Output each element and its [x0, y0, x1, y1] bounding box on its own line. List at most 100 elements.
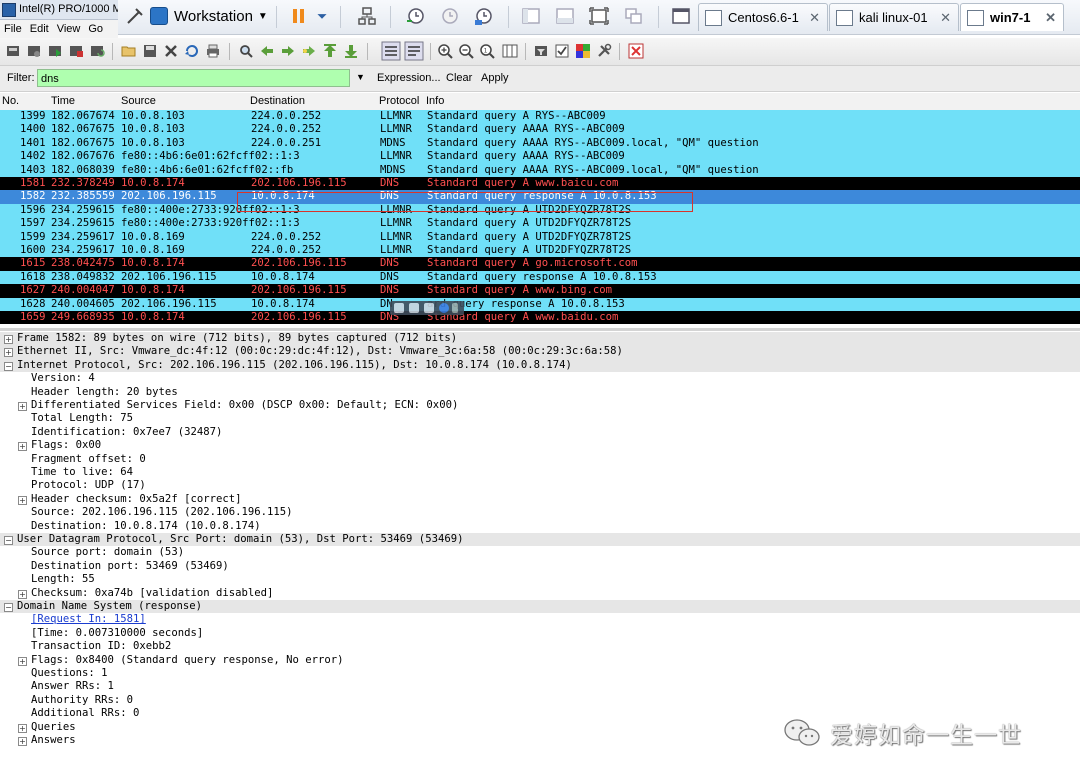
collapse-icon[interactable]: − [4, 361, 13, 371]
power-dropdown[interactable] [312, 3, 332, 29]
detail-section[interactable]: − Domain Name System (response) [0, 600, 1080, 614]
go-last-icon[interactable] [343, 43, 359, 59]
detail-field[interactable]: + Header checksum: 0x5a2f [correct] [0, 493, 1080, 506]
reload-icon[interactable] [184, 43, 200, 59]
detail-field[interactable]: Identification: 0x7ee7 (32487) [0, 426, 1080, 439]
auto-scroll-icon[interactable] [404, 41, 424, 61]
packet-row[interactable]: 1627 240.004047 10.0.8.174 202.106.196.115 D… [0, 284, 1080, 298]
detail-field[interactable]: [Time: 0.007310000 seconds] [0, 627, 1080, 640]
tab-win7[interactable]: win7-1 ✕ [960, 3, 1064, 31]
packet-row[interactable]: 1600 234.259617 10.0.8.169 224.0.0.252 LLMNR… [0, 244, 1080, 258]
help-icon[interactable] [628, 43, 644, 59]
pin-button[interactable] [120, 3, 150, 29]
detail-field[interactable]: Header length: 20 bytes [0, 386, 1080, 399]
packet-row[interactable]: 1401 182.067675 10.0.8.103 224.0.0.251 MDNS S… [0, 136, 1080, 151]
snapshot-manager-button[interactable] [468, 3, 498, 29]
packet-row[interactable]: 1400 182.067675 10.0.8.103 224.0.0.252 LLMNR… [0, 123, 1080, 137]
detail-field[interactable]: Total Length: 75 [0, 412, 1080, 425]
collapse-icon[interactable]: − [4, 603, 13, 612]
detail-field[interactable]: + Differentiated Services Field: 0x00 (DS… [0, 399, 1080, 412]
column-header-source[interactable]: Source [121, 95, 156, 107]
menu-edit[interactable]: Edit [30, 23, 49, 35]
packet-row[interactable]: 1618 238.049832 202.106.196.115 10.0.8.174 D… [0, 270, 1080, 285]
window-icon[interactable] [409, 303, 419, 313]
column-header-time[interactable]: Time [51, 95, 75, 107]
column-header-destination[interactable]: Destination [250, 95, 305, 107]
collapse-icon[interactable]: − [4, 536, 13, 545]
capture-filters-icon[interactable] [533, 43, 549, 59]
detail-field[interactable]: + Flags: 0x8400 (Standard query response,… [0, 654, 1080, 667]
detail-field[interactable]: Destination port: 53469 (53469) [0, 560, 1080, 573]
column-header-no[interactable]: No. [2, 95, 19, 107]
clear-button[interactable]: Clear [446, 72, 472, 84]
snapshot-button[interactable] [400, 3, 430, 29]
display-filter-input[interactable]: dns [37, 69, 350, 87]
pause-button[interactable] [284, 3, 314, 29]
expression-button[interactable]: Expression... [377, 72, 441, 84]
expand-icon[interactable]: + [4, 335, 13, 344]
packet-row[interactable]: 1659 249.668935 10.0.8.174 202.106.196.115 D… [0, 311, 1080, 325]
detail-field[interactable]: Fragment offset: 0 [0, 453, 1080, 466]
detail-field[interactable]: Version: 4 [0, 372, 1080, 385]
chevron-down-icon[interactable] [452, 303, 458, 313]
packet-row[interactable]: 1403 182.068039 fe80::4b6:6e01:62fcff02::f… [0, 163, 1080, 177]
packet-row[interactable]: 1581 232.378249 10.0.8.174 202.106.196.115 D… [0, 177, 1080, 191]
workstation-menu[interactable]: Workstation ▼ [150, 3, 268, 29]
detail-field[interactable]: Questions: 1 [0, 667, 1080, 680]
detail-section[interactable]: + Frame 1582: 89 bytes on wire (712 bits)… [0, 332, 1080, 346]
close-icon[interactable]: ✕ [1045, 10, 1056, 26]
pane-splitter[interactable] [0, 328, 1080, 331]
detail-field[interactable]: Protocol: UDP (17) [0, 479, 1080, 492]
menu-go[interactable]: Go [88, 23, 103, 35]
expand-icon[interactable]: + [18, 495, 27, 505]
screen-icon[interactable] [424, 303, 434, 313]
expand-icon[interactable]: + [18, 656, 27, 666]
go-first-icon[interactable] [322, 43, 338, 59]
detail-field[interactable]: Source: 202.106.196.115 (202.106.196.115… [0, 506, 1080, 519]
detail-section[interactable]: + Ethernet II, Src: Vmware_dc:4f:12 (00:0… [0, 345, 1080, 359]
detail-field[interactable]: Destination: 10.0.8.174 (10.0.8.174) [0, 520, 1080, 533]
display-filters-icon[interactable] [554, 43, 570, 59]
zoom-normal-icon[interactable]: 1 [479, 43, 495, 59]
packet-row[interactable]: 1597 234.259615 fe80::400e:2733:920ff02::1… [0, 217, 1080, 231]
console-view-button[interactable] [666, 3, 696, 29]
close-file-icon[interactable] [163, 43, 179, 59]
filter-history-dropdown[interactable]: ▼ [356, 72, 365, 82]
zoom-in-icon[interactable] [437, 43, 453, 59]
expand-icon[interactable]: + [4, 348, 13, 358]
find-packet-icon[interactable] [238, 43, 254, 59]
menu-file[interactable]: File [4, 23, 22, 35]
detail-field[interactable]: [Request In: 1581] [0, 613, 1080, 626]
open-file-icon[interactable] [121, 43, 137, 59]
menu-view[interactable]: View [57, 23, 81, 35]
detail-section[interactable]: − User Datagram Protocol, Src Port: domai… [0, 533, 1080, 547]
save-file-icon[interactable] [142, 43, 158, 59]
tab-centos[interactable]: Centos6.6-1 ✕ [698, 3, 828, 31]
expand-icon[interactable]: + [18, 723, 27, 733]
packet-row[interactable]: 1599 234.259617 10.0.8.169 224.0.0.252 LLMNR… [0, 230, 1080, 244]
restart-capture-icon[interactable] [89, 43, 105, 59]
column-header-protocol[interactable]: Protocol [379, 95, 419, 107]
apply-button[interactable]: Apply [481, 72, 509, 84]
packet-row[interactable]: 1402 182.067676 fe80::4b6:6e01:62fcff02::1… [0, 150, 1080, 164]
detail-field[interactable]: Length: 55 [0, 573, 1080, 586]
go-to-packet-icon[interactable] [301, 43, 317, 59]
expand-icon[interactable]: + [18, 737, 27, 746]
start-capture-icon[interactable] [47, 43, 63, 59]
floating-mini-toolbar[interactable] [390, 301, 464, 315]
close-icon[interactable]: ✕ [809, 10, 820, 26]
detail-field[interactable]: Transaction ID: 0xebb2 [0, 640, 1080, 653]
detail-field[interactable]: + Checksum: 0xa74b [validation disabled] [0, 587, 1080, 600]
detail-section[interactable]: − Internet Protocol, Src: 202.106.196.115… [0, 358, 1080, 373]
detail-field[interactable]: Answer RRs: 1 [0, 680, 1080, 693]
tab-kali[interactable]: kali linux-01 ✕ [829, 3, 959, 31]
resize-columns-icon[interactable] [502, 43, 518, 59]
capture-options-icon[interactable] [26, 43, 42, 59]
preferences-icon[interactable] [596, 43, 612, 59]
expand-icon[interactable]: + [18, 402, 27, 411]
zoom-out-icon[interactable] [458, 43, 474, 59]
expand-icon[interactable]: + [18, 589, 27, 599]
help-icon[interactable] [439, 303, 449, 313]
detail-field[interactable]: Source port: domain (53) [0, 546, 1080, 559]
column-header-info[interactable]: Info [426, 95, 444, 107]
